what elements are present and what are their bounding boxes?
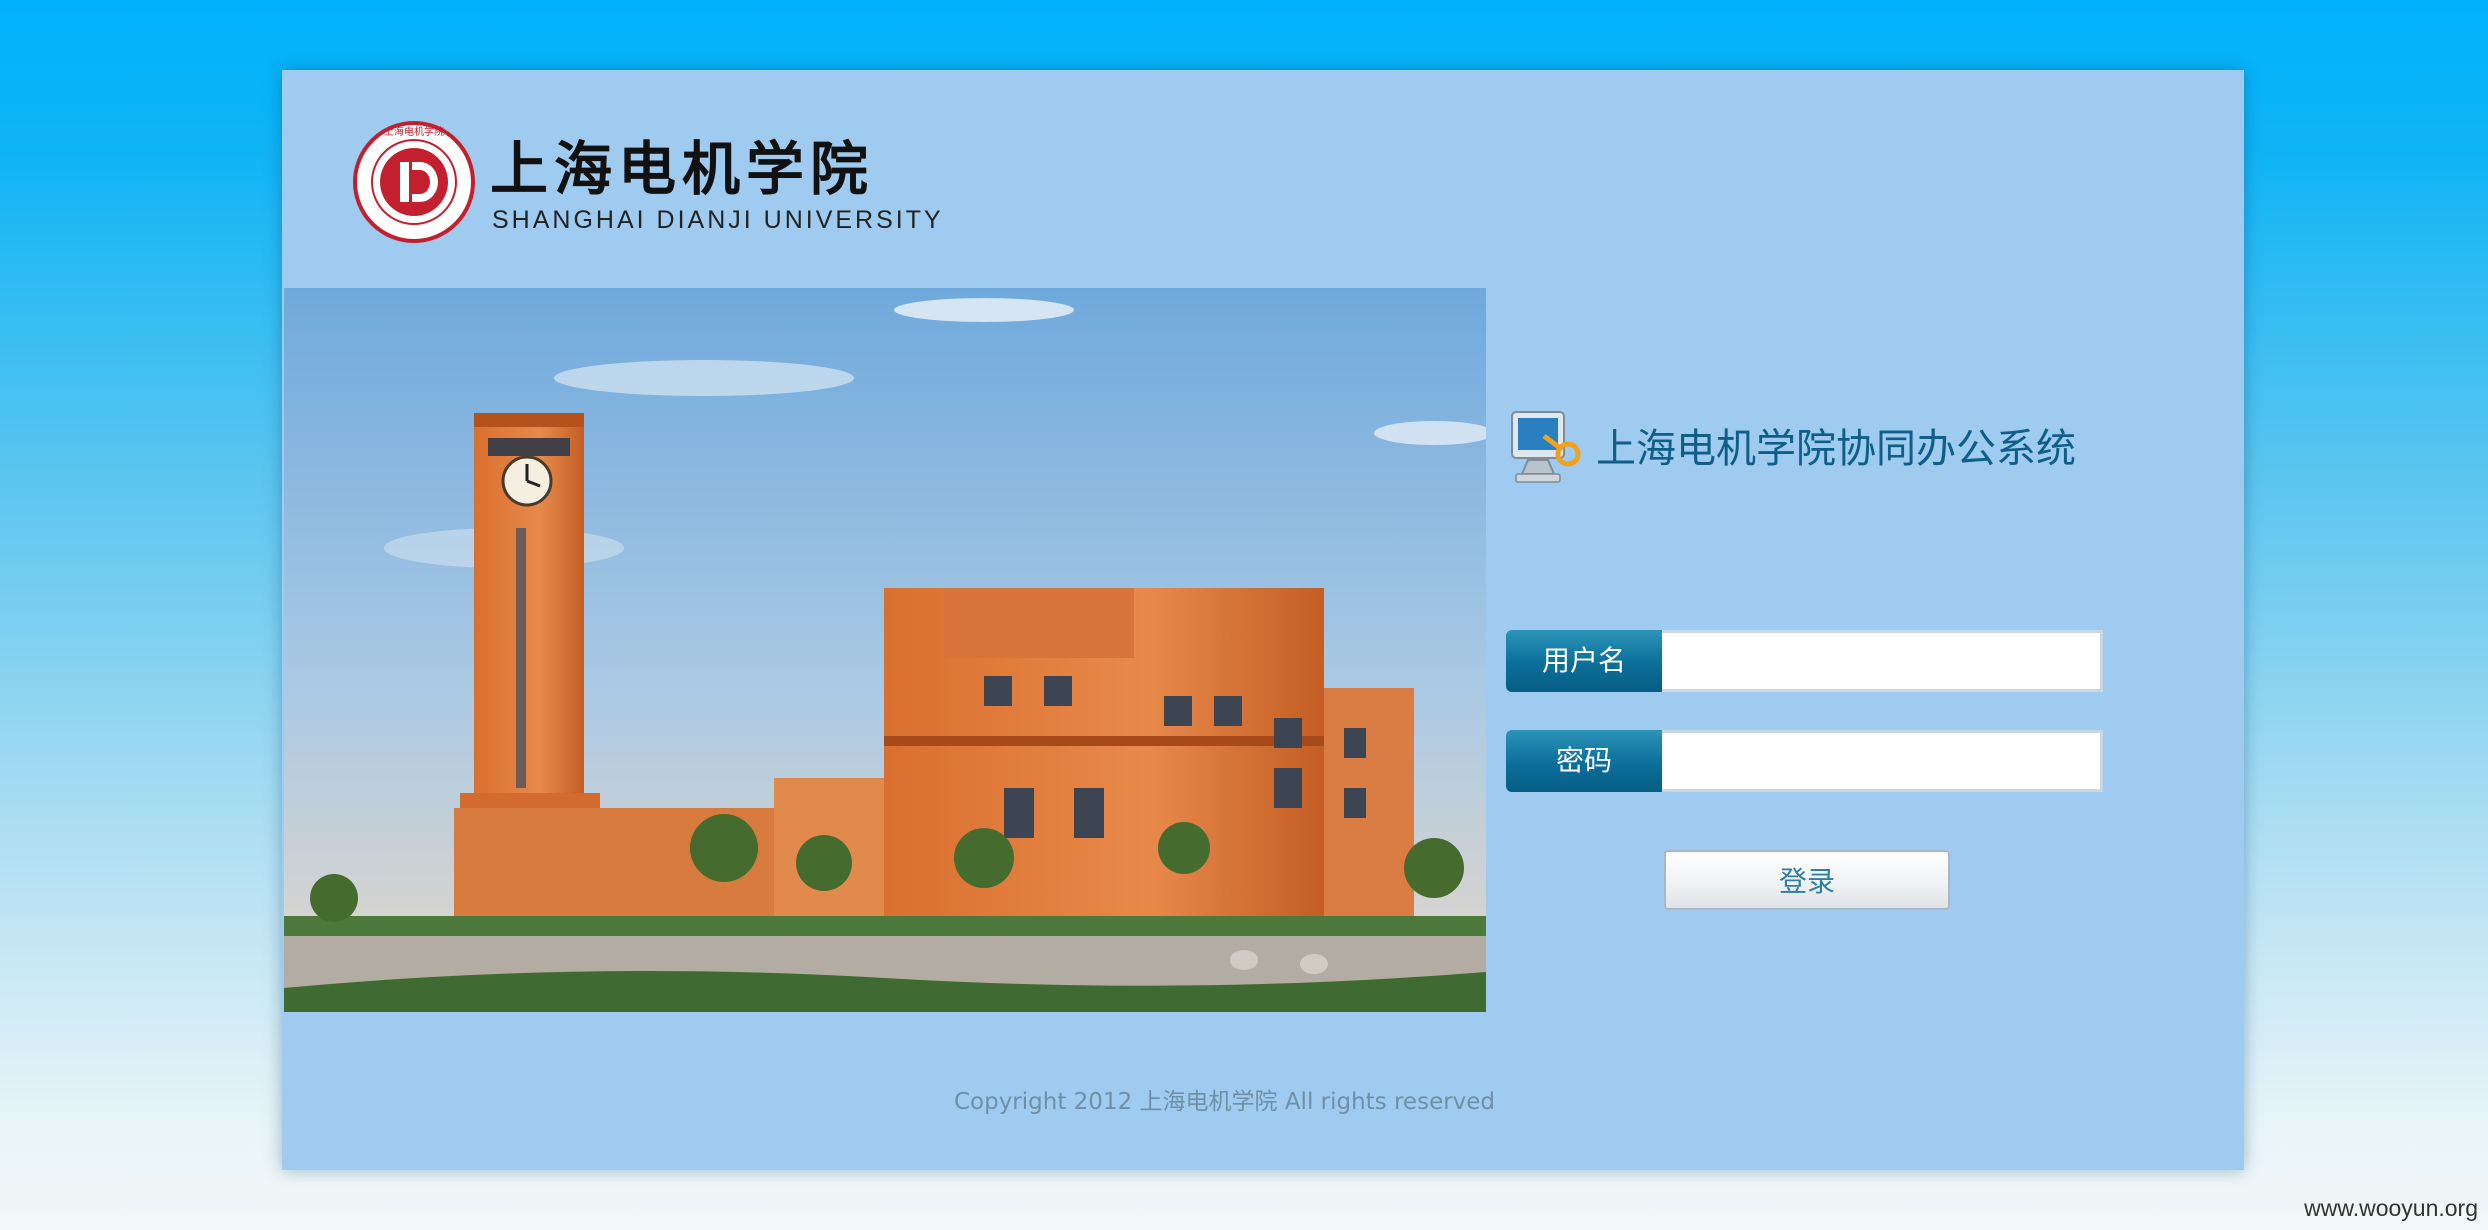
university-seal-icon: 上海电机学院 bbox=[353, 121, 475, 243]
campus-photo-illustration bbox=[284, 288, 1486, 1012]
university-name-cn: 上海电机学院 bbox=[490, 135, 875, 203]
seal-text: 上海电机学院 bbox=[384, 125, 444, 138]
username-row: 用户名 bbox=[1506, 630, 2103, 692]
login-form: 上海电机学院协同办公系统 用户名 密码 登录 bbox=[1506, 400, 2186, 910]
login-button[interactable]: 登录 bbox=[1664, 850, 1950, 910]
system-title: 上海电机学院协同办公系统 bbox=[1596, 426, 2076, 472]
university-logo: 上海电机学院 上海电机学院 SHANGHAI DIANJI UNIVERSITY bbox=[352, 120, 952, 250]
watermark-text: www.wooyun.org bbox=[2304, 1195, 2478, 1221]
password-input[interactable] bbox=[1662, 730, 2103, 792]
login-panel: 上海电机学院 上海电机学院 SHANGHAI DIANJI UNIVERSITY bbox=[282, 70, 2244, 1170]
campus-photo bbox=[284, 288, 1486, 1012]
university-wordmark: 上海电机学院 SHANGHAI DIANJI UNIVERSITY bbox=[490, 135, 941, 238]
password-row: 密码 bbox=[1506, 730, 2103, 792]
university-name-en: SHANGHAI DIANJI UNIVERSITY bbox=[492, 206, 944, 234]
copyright-text: Copyright 2012 上海电机学院 All rights reserve… bbox=[953, 1089, 1496, 1115]
password-label: 密码 bbox=[1506, 730, 1662, 792]
system-title-row: 上海电机学院协同办公系统 bbox=[1506, 400, 2186, 490]
username-label: 用户名 bbox=[1506, 630, 1662, 692]
computer-key-icon bbox=[1511, 411, 1581, 483]
username-input[interactable] bbox=[1662, 630, 2103, 692]
